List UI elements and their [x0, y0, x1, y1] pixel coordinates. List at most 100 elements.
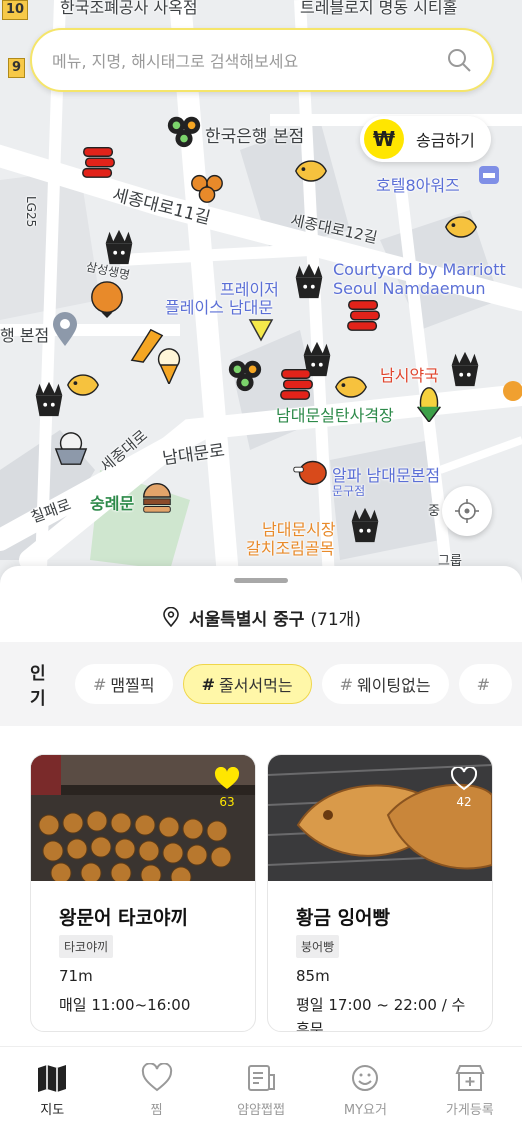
tab-favorites[interactable]: 찜	[104, 1047, 208, 1131]
transfer-button[interactable]: ₩ 송금하기	[360, 116, 491, 162]
smiley-icon	[352, 1065, 379, 1091]
store-title: 황금 잉어빵	[296, 907, 391, 929]
transfer-label: 송금하기	[416, 131, 475, 150]
tab-label: 찜	[150, 1103, 163, 1118]
tab-my[interactable]: MY요거	[313, 1047, 417, 1131]
search-bar[interactable]: 메뉴, 지명, 해시태그로 검색해보세요	[30, 28, 494, 92]
tag-label: 맴찔픽	[110, 676, 155, 695]
hotel-pin-icon	[479, 166, 499, 184]
region-count: (71개)	[310, 609, 361, 630]
marker-rice-icon[interactable]	[52, 430, 90, 468]
store-title: 왕문어 타코야끼	[59, 907, 188, 929]
tab-yamyam[interactable]: 얌얌쩝쩝	[209, 1047, 313, 1131]
marker-tteokbokki-icon[interactable]	[80, 142, 118, 180]
tab-label: MY요거	[343, 1103, 387, 1118]
marker-fries-icon-5[interactable]	[30, 380, 68, 418]
tab-register-store[interactable]: 가게등록	[418, 1047, 522, 1131]
marker-bungeoppang-icon-2[interactable]	[442, 208, 480, 246]
location-pin-icon	[163, 607, 179, 627]
map-label-sungnye: 숭례문	[90, 494, 135, 513]
store-category-badge: 타코야끼	[59, 935, 114, 958]
store-hours: 매일 11:00~16:00	[59, 996, 191, 1014]
tag-filter-bar: 인기 # 맴찔픽 # 줄서서먹는 # 웨이팅없는 #	[0, 642, 522, 726]
marker-fries-icon-4[interactable]	[446, 350, 484, 388]
map-label-place-2: 플레이스 남대문	[165, 298, 274, 317]
map-label-bonjeom: 행 본점	[0, 326, 50, 345]
bottom-tab-bar: 지도 찜 얌얌쩝쩝 MY요거 가게등록	[0, 1046, 522, 1131]
restaurant-pin-icon	[503, 381, 522, 401]
bank-pin-icon	[53, 312, 77, 346]
tag-hash: #	[476, 674, 490, 694]
bottom-sheet: 서울특별시 중구 (71개) 인기 # 맴찔픽 # 줄서서먹는 # 웨이팅없는 …	[0, 566, 522, 1046]
popular-label: 인기	[30, 664, 46, 709]
won-icon: ₩	[364, 119, 404, 159]
map-label-lg25: LG25	[24, 196, 38, 228]
tag-hash: #	[339, 674, 353, 694]
tag-chip-more[interactable]: #	[458, 664, 512, 704]
region-header: 서울특별시 중구 (71개)	[0, 592, 522, 642]
current-direction-icon	[248, 319, 274, 342]
store-distance: 71m	[59, 967, 93, 985]
sheet-drag-handle[interactable]	[234, 578, 288, 583]
heart-filled-icon	[214, 766, 240, 789]
marker-gimbap-icon[interactable]	[165, 112, 203, 150]
map-label-bok: 한국은행 본점	[205, 127, 305, 147]
document-icon	[248, 1065, 276, 1091]
region-name: 서울특별시 중구	[189, 609, 305, 630]
store-category-badge: 붕어빵	[296, 935, 340, 958]
marker-waffle-icon[interactable]	[88, 280, 126, 318]
marker-tteokbokki-icon-2[interactable]	[345, 295, 383, 333]
map-label-hotel8: 호텔8아워즈	[376, 176, 460, 195]
marker-fries-icon-2[interactable]	[290, 262, 328, 300]
tab-label: 얌얌쩝쩝	[237, 1103, 285, 1118]
marker-chicken-icon[interactable]	[290, 452, 328, 490]
like-count: 42	[456, 795, 472, 809]
marker-bungeoppang-icon-4[interactable]	[64, 366, 102, 404]
tag-hash: #	[92, 674, 107, 694]
like-count: 63	[219, 795, 235, 809]
marker-tteokbokki-icon-3[interactable]	[278, 364, 316, 402]
marker-gimbap-icon-2[interactable]	[226, 356, 264, 394]
like-button[interactable]: 63	[213, 766, 241, 809]
tag-chip-mamjjil[interactable]: # 맴찔픽	[74, 664, 173, 704]
locate-button[interactable]	[442, 486, 492, 536]
map-box-10: 10	[2, 0, 29, 20]
map-label-namsi: 남시약국	[380, 366, 439, 385]
tag-chip-line-up[interactable]: # 줄서서먹는	[182, 664, 312, 704]
map-label-courtyard-1: Courtyard by Marriott	[333, 260, 506, 279]
tab-label: 가게등록	[445, 1103, 494, 1118]
store-card[interactable]: 63 왕문어 타코야끼 타코야끼 71m 매일 11:00~16:00	[30, 754, 256, 1032]
tag-hash: #	[201, 674, 215, 694]
app: 한국조폐공사 사옥점 트레블로지 명동 시티홀 10 9 한국은행 본점 세종대…	[0, 0, 522, 1131]
marker-hotteok-icon[interactable]	[188, 168, 226, 206]
marker-icecream-icon[interactable]	[150, 346, 188, 386]
tag-label: 웨이팅없는	[356, 676, 431, 695]
tab-label: 지도	[40, 1103, 65, 1118]
store-card[interactable]: 42 황금 잉어빵 붕어빵 85m 평일 17:00 ~ 22:00 / 수 휴…	[267, 754, 493, 1032]
store-distance: 85m	[296, 967, 330, 985]
tag-chip-no-waiting[interactable]: # 웨이팅없는	[321, 664, 449, 704]
heart-outline-icon	[450, 765, 478, 791]
marker-bungeoppang-icon[interactable]	[292, 152, 330, 190]
map-label-market-2: 갈치조림골목	[246, 539, 335, 558]
map-view[interactable]: 한국조폐공사 사옥점 트레블로지 명동 시티홀 10 9 한국은행 본점 세종대…	[0, 0, 522, 600]
store-hours: 평일 17:00 ~ 22:00 / 수 휴무	[296, 996, 466, 1032]
tab-map[interactable]: 지도	[0, 1047, 104, 1131]
heart-icon	[141, 1063, 172, 1092]
marker-fries-icon[interactable]	[100, 228, 138, 266]
map-label-jung: 중	[428, 504, 440, 519]
map-label-mungu: 문구점	[332, 484, 366, 498]
map-label-top-left: 한국조폐공사 사옥점	[60, 0, 198, 17]
map-box-9: 9	[8, 58, 26, 78]
store-add-icon	[455, 1065, 485, 1091]
map-icon	[38, 1065, 67, 1092]
map-label-top-right: 트레블로지 명동 시티홀	[300, 0, 458, 17]
search-icon[interactable]	[446, 47, 472, 73]
marker-corn-icon[interactable]	[410, 384, 448, 424]
like-button[interactable]: 42	[450, 765, 478, 809]
marker-burger-icon[interactable]	[138, 478, 176, 516]
marker-bungeoppang-icon-3[interactable]	[332, 368, 370, 406]
search-input[interactable]: 메뉴, 지명, 해시태그로 검색해보세요	[52, 48, 446, 72]
marker-fries-icon-6[interactable]	[346, 506, 384, 544]
tag-label: 줄서서먹는	[218, 676, 293, 695]
